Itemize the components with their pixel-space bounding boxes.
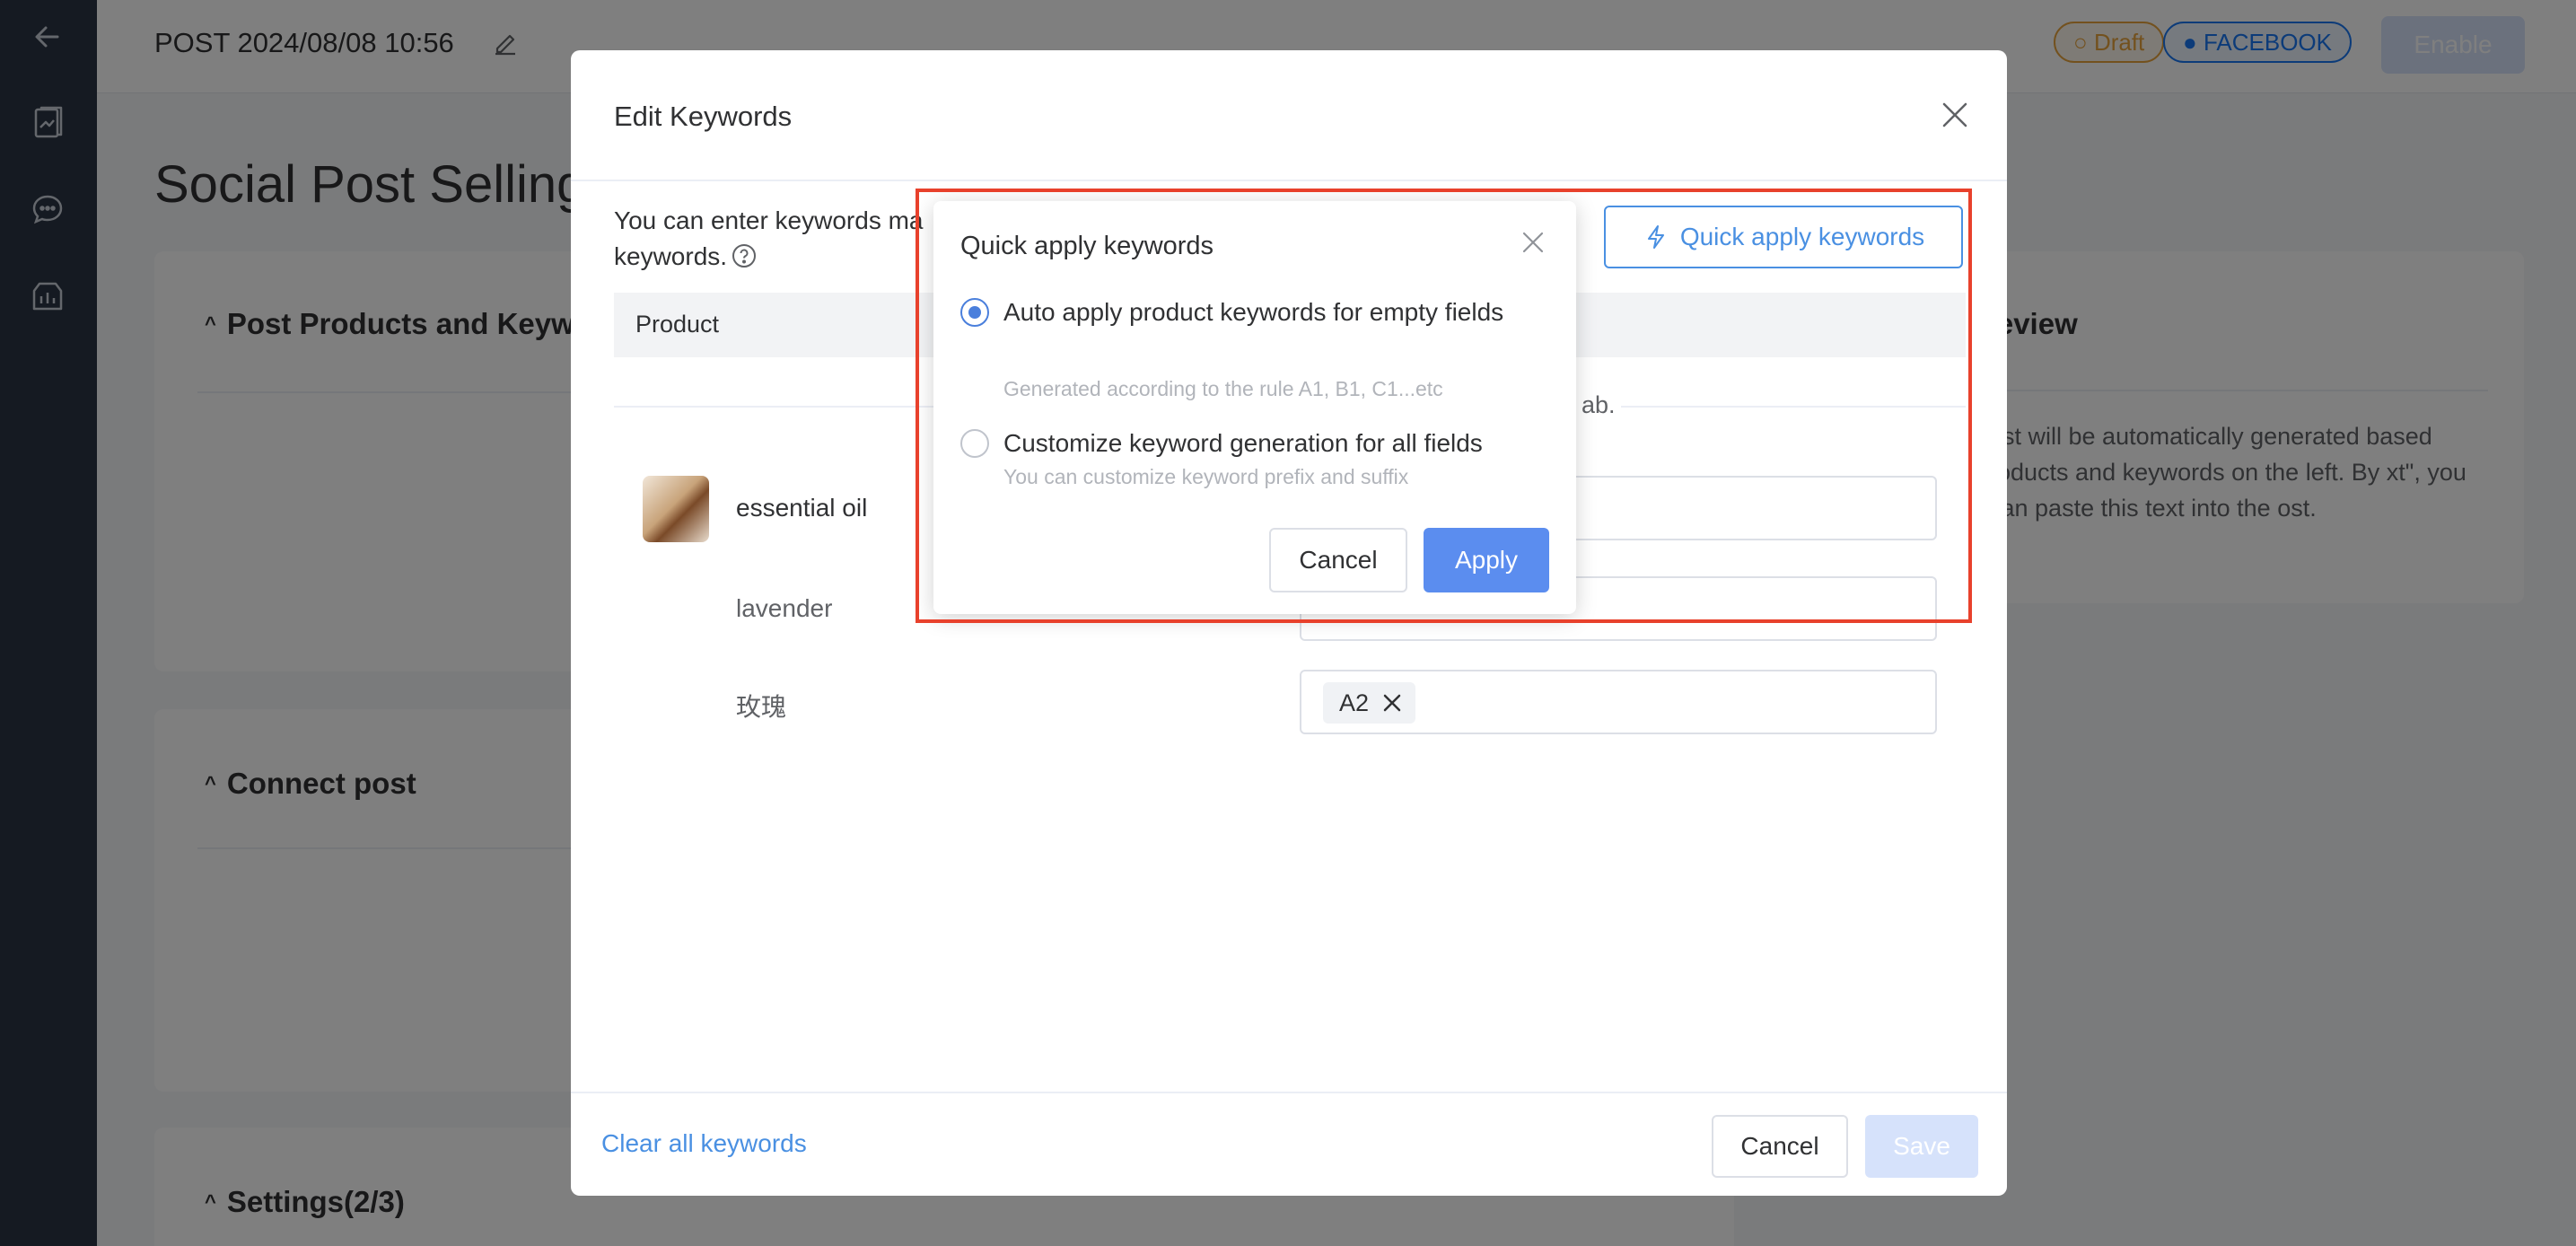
apply-button[interactable]: Apply [1424,528,1549,592]
lightning-icon [1647,225,1664,249]
close-icon[interactable] [1519,228,1547,257]
modal-footer: Clear all keywords Cancel Save [571,1092,2007,1196]
option-customize-description: You can customize keyword prefix and suf… [1003,465,1409,488]
radio-customize[interactable] [960,429,989,458]
quick-apply-label: Quick apply keywords [1679,223,1925,250]
quick-apply-popover: Quick apply keywords Auto apply product … [933,201,1576,614]
keyword-tag-label: A2 [1339,689,1370,716]
option-auto-apply-description: Generated according to the rule A1, B1, … [1003,377,1443,400]
popover-title: Quick apply keywords [960,232,1214,260]
cancel-button[interactable]: Cancel [1712,1115,1848,1178]
popover-cancel-button[interactable]: Cancel [1269,528,1407,592]
option-auto-apply-label[interactable]: Auto apply product keywords for empty fi… [1003,293,1542,332]
modal-header: Edit Keywords [571,50,2007,181]
variant-name: 玫瑰 [736,693,787,721]
help-icon[interactable] [731,242,758,269]
clear-all-keywords-link[interactable]: Clear all keywords [601,1129,807,1158]
hint-text: ab. [1576,391,1621,419]
close-icon[interactable] [1939,99,1971,131]
quick-apply-keywords-button[interactable]: Quick apply keywords [1604,206,1963,268]
option-customize-label[interactable]: Customize keyword generation for all fie… [1003,424,1542,463]
intro-line-2-text: keywords. [614,242,728,270]
column-header-product: Product [635,311,720,338]
save-button[interactable]: Save [1865,1115,1978,1178]
keyword-input[interactable]: A2 [1300,670,1937,734]
product-thumbnail [643,476,709,542]
modal-title: Edit Keywords [614,101,793,132]
variant-name: lavender [736,594,833,622]
remove-tag-icon[interactable] [1381,685,1403,712]
radio-auto-apply[interactable] [960,298,989,327]
product-name: essential oil [736,494,868,522]
keyword-tag: A2 [1323,682,1416,724]
